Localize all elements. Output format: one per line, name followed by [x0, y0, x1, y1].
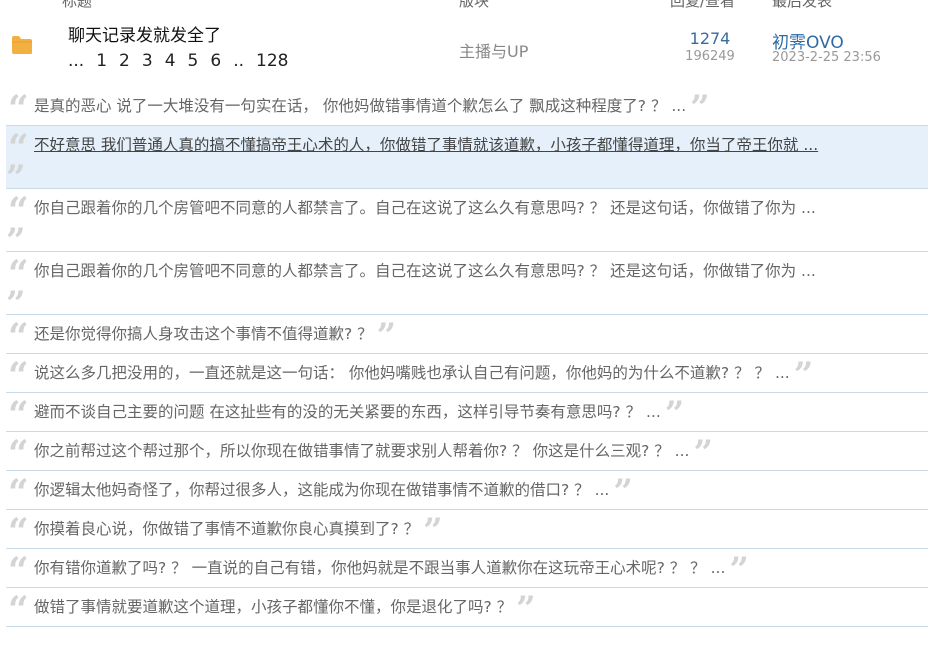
pager-page-1[interactable]: 1	[96, 51, 107, 71]
list-item[interactable]: “ 是真的恶心 说了一大堆没有一句实在话， 你他妈做错事情道个歉怎么了 飘成这种…	[6, 87, 928, 130]
list-item[interactable]: “ 说这么多几把没用的，一直还就是这一句话： 你他妈嘴贱也承认自己有问题，你他妈…	[6, 354, 928, 397]
reply-text: 做错了事情就要道歉这个道理，小孩子都懂你不懂，你是退化了吗? ？	[34, 598, 513, 616]
close-quote-icon: ”	[613, 472, 633, 512]
open-quote-icon: “	[8, 127, 29, 169]
list-item[interactable]: “ 你有错你道歉了吗? ？ 一直说的自己有错，你他妈就是不跟当事人道歉你在这玩帝…	[6, 549, 928, 592]
table-header: 标题 版块 回复/查看 最后发表	[0, 0, 945, 8]
reply-text: 不好意思 我们普通人真的搞不懂搞帝王心术的人，你做错了事情就该道歉，小孩子都懂得…	[34, 136, 819, 154]
list-item[interactable]: “ 你自己跟着你的几个房管吧不同意的人都禁言了。自己在这说了这么久有意思吗? ？…	[6, 252, 928, 324]
open-quote-icon: “	[8, 88, 29, 130]
column-stats-header: 回复/查看	[670, 0, 735, 8]
close-quote-icon: ”	[376, 316, 397, 356]
reply-count: 1274	[689, 29, 731, 48]
reply-text: 是真的恶心 说了一大堆没有一句实在话， 你他妈做错事情道个歉怎么了 飘成这种程度…	[34, 97, 687, 115]
open-quote-icon: “	[8, 190, 29, 232]
pager-page-3[interactable]: 3	[142, 51, 153, 71]
close-quote-icon: ”	[664, 394, 685, 434]
list-item[interactable]: “ 你之前帮过这个帮过那个，所以你现在做错事情了就要求别人帮着你? ？ 你这是什…	[6, 432, 928, 475]
reply-text: 还是你觉得你搞人身攻击这个事情不值得道歉? ？	[34, 325, 373, 343]
reply-text: 避而不谈自己主要的问题 在这扯些有的没的无关紧要的东西，这样引导节奏有意思吗? …	[34, 403, 661, 421]
reply-text: 你自己跟着你的几个房管吧不同意的人都禁言了。自己在这说了这么久有意思吗? ？ 还…	[34, 199, 816, 217]
close-quote-icon: ”	[6, 284, 26, 324]
list-item[interactable]: “ 做错了事情就要道歉这个道理，小孩子都懂你不懂，你是退化了吗? ？”	[6, 588, 928, 631]
last-post-time: 2023-2-25 23:56	[772, 50, 881, 65]
pager-ellipsis: ...	[68, 51, 85, 71]
reply-text: 你摸着良心说，你做错了事情不道歉你良心真摸到了? ？	[34, 520, 420, 538]
open-quote-icon: “	[8, 253, 29, 295]
close-quote-icon: ”	[693, 433, 714, 473]
reply-text: 你有错你道歉了吗? ？ 一直说的自己有错，你他妈就是不跟当事人道歉你在这玩帝王心…	[34, 559, 726, 577]
open-quote-icon: “	[8, 511, 29, 553]
reply-text: 你之前帮过这个帮过那个，所以你现在做错事情了就要求别人帮着你? ？ 你这是什么三…	[34, 442, 690, 460]
close-quote-icon: ”	[793, 355, 814, 395]
open-quote-icon: “	[8, 433, 29, 475]
folder-icon	[12, 36, 32, 54]
open-quote-icon: “	[8, 589, 29, 631]
pager-page-5[interactable]: 5	[188, 51, 199, 71]
list-item[interactable]: “ 不好意思 我们普通人真的搞不懂搞帝王心术的人，你做错了事情就该道歉，小孩子都…	[6, 126, 928, 198]
close-quote-icon: ”	[729, 550, 749, 590]
open-quote-icon: “	[8, 550, 29, 592]
close-quote-icon: ”	[690, 88, 710, 128]
open-quote-icon: “	[8, 472, 29, 514]
thread-title-link[interactable]: 聊天记录发就发全了	[68, 21, 221, 46]
reply-text: 你自己跟着你的几个房管吧不同意的人都禁言了。自己在这说了这么久有意思吗? ？ 还…	[34, 262, 816, 280]
reply-text: 你逻辑太他妈奇怪了，你帮过很多人，这能成为你现在做错事情不道歉的借口? ？ ..…	[34, 481, 610, 499]
pager-page-6[interactable]: 6	[210, 51, 221, 71]
forum-link[interactable]: 主播与UP	[459, 38, 528, 62]
column-last-header: 最后发表	[772, 0, 832, 8]
list-item[interactable]: “ 你逻辑太他妈奇怪了，你帮过很多人，这能成为你现在做错事情不道歉的借口? ？ …	[6, 471, 928, 514]
open-quote-icon: “	[8, 355, 29, 397]
list-item[interactable]: “ 你摸着良心说，你做错了事情不道歉你良心真摸到了? ？”	[6, 510, 928, 553]
close-quote-icon: ”	[6, 221, 26, 261]
pager-page-last[interactable]: 128	[256, 51, 288, 71]
pager-page-4[interactable]: 4	[165, 51, 176, 71]
list-item[interactable]: “ 避而不谈自己主要的问题 在这扯些有的没的无关紧要的东西，这样引导节奏有意思吗…	[6, 393, 928, 436]
list-item[interactable]: “ 还是你觉得你搞人身攻击这个事情不值得道歉? ？”	[6, 315, 928, 358]
view-count: 196249	[685, 49, 735, 64]
close-quote-icon: ”	[423, 511, 443, 551]
column-title-header: 标题	[62, 0, 92, 8]
pager-page-2[interactable]: 2	[119, 51, 130, 71]
thread-pager: ... 1 2 3 4 5 6 .. 128	[68, 51, 300, 71]
reply-preview-list: “ 是真的恶心 说了一大堆没有一句实在话， 你他妈做错事情道个歉怎么了 飘成这种…	[6, 87, 928, 631]
close-quote-icon: ”	[516, 589, 536, 629]
column-forum-header: 版块	[459, 0, 489, 8]
open-quote-icon: “	[8, 316, 29, 358]
open-quote-icon: “	[8, 394, 29, 436]
pager-ellipsis: ..	[233, 51, 244, 71]
reply-text: 说这么多几把没用的，一直还就是这一句话： 你他妈嘴贱也承认自己有问题，你他妈的为…	[34, 364, 790, 382]
list-item[interactable]: “ 你自己跟着你的几个房管吧不同意的人都禁言了。自己在这说了这么久有意思吗? ？…	[6, 189, 928, 261]
close-quote-icon: ”	[6, 158, 26, 198]
